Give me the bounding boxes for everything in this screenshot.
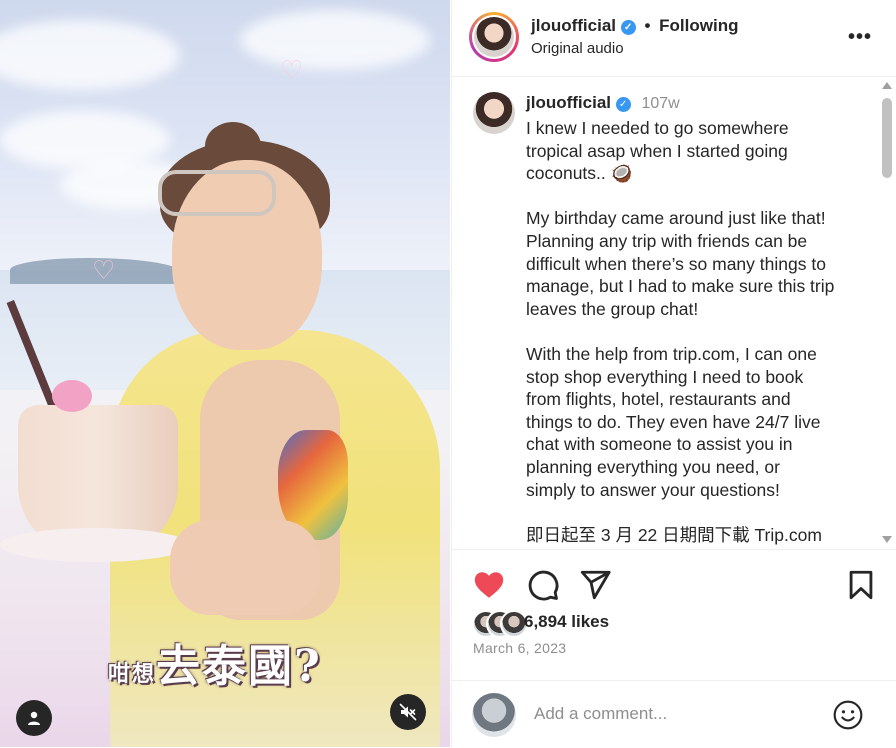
- comment-input[interactable]: [532, 703, 826, 725]
- heart-sticker-icon: ♡: [92, 255, 116, 285]
- smiley-icon: [833, 700, 863, 730]
- more-options-button[interactable]: •••: [848, 26, 872, 49]
- comment-bubble-icon: [528, 570, 559, 601]
- bookmark-icon: [849, 570, 873, 600]
- video-caption: 咁想去泰國?: [108, 630, 322, 694]
- story-ring[interactable]: [469, 12, 519, 62]
- action-bar: 6,894 likes March 6, 2023: [452, 549, 896, 680]
- heart-filled-icon: [474, 572, 504, 598]
- caption-large-text: 去泰國?: [156, 641, 322, 692]
- paper-plane-icon: [580, 570, 611, 600]
- comment-button[interactable]: [526, 568, 560, 602]
- tagged-users-button[interactable]: [16, 700, 52, 736]
- add-comment-bar: [452, 680, 896, 748]
- mute-button[interactable]: [390, 694, 426, 730]
- header-username-link[interactable]: jlouofficial: [531, 16, 616, 35]
- caption-text: I knew I needed to go somewhere tropical…: [526, 118, 835, 549]
- emoji-button[interactable]: [832, 699, 864, 731]
- like-button[interactable]: [472, 568, 506, 602]
- verified-badge-icon: ✓: [620, 20, 636, 35]
- post-header: jlouofficial ✓ • Following Original audi…: [452, 0, 896, 77]
- user-icon: [28, 711, 40, 725]
- hands: [170, 520, 320, 615]
- current-user-avatar: [472, 693, 516, 737]
- likes-count[interactable]: 6,894 likes: [524, 612, 609, 632]
- sunglasses: [158, 170, 276, 216]
- share-button[interactable]: [578, 568, 612, 602]
- reel-video[interactable]: ♡ ♡ 咁想去泰國?: [0, 0, 450, 747]
- scrollbar[interactable]: [880, 80, 894, 548]
- avatar: [474, 17, 514, 57]
- header-title: jlouofficial ✓ • Following: [531, 16, 738, 36]
- following-button[interactable]: Following: [659, 16, 738, 35]
- cloud: [240, 10, 430, 70]
- scroll-up-arrow-icon[interactable]: [882, 82, 892, 89]
- caption-username-link[interactable]: jlouofficial: [526, 93, 611, 112]
- heart-sticker-icon: ♡: [280, 55, 304, 85]
- flower: [52, 380, 92, 412]
- caption-small-text: 咁想: [108, 661, 157, 687]
- caption-avatar[interactable]: [473, 92, 515, 134]
- caption-area[interactable]: jlouofficial ✓ 107w I knew I needed to g…: [452, 77, 896, 549]
- post-panel: jlouofficial ✓ • Following Original audi…: [451, 0, 896, 747]
- verified-badge-icon: ✓: [615, 97, 631, 112]
- separator-dot: •: [644, 16, 651, 35]
- plate: [0, 528, 190, 562]
- scroll-down-arrow-icon[interactable]: [882, 536, 892, 543]
- post-date[interactable]: March 6, 2023: [473, 640, 566, 656]
- caption-header: jlouofficial ✓ 107w: [526, 93, 680, 113]
- original-audio-link[interactable]: Original audio: [531, 40, 624, 57]
- cloud: [0, 20, 180, 90]
- speaker-muted-icon: [399, 703, 417, 721]
- scrollbar-thumb[interactable]: [882, 98, 892, 178]
- save-button[interactable]: [844, 568, 878, 602]
- caption-timestamp[interactable]: 107w: [641, 95, 679, 112]
